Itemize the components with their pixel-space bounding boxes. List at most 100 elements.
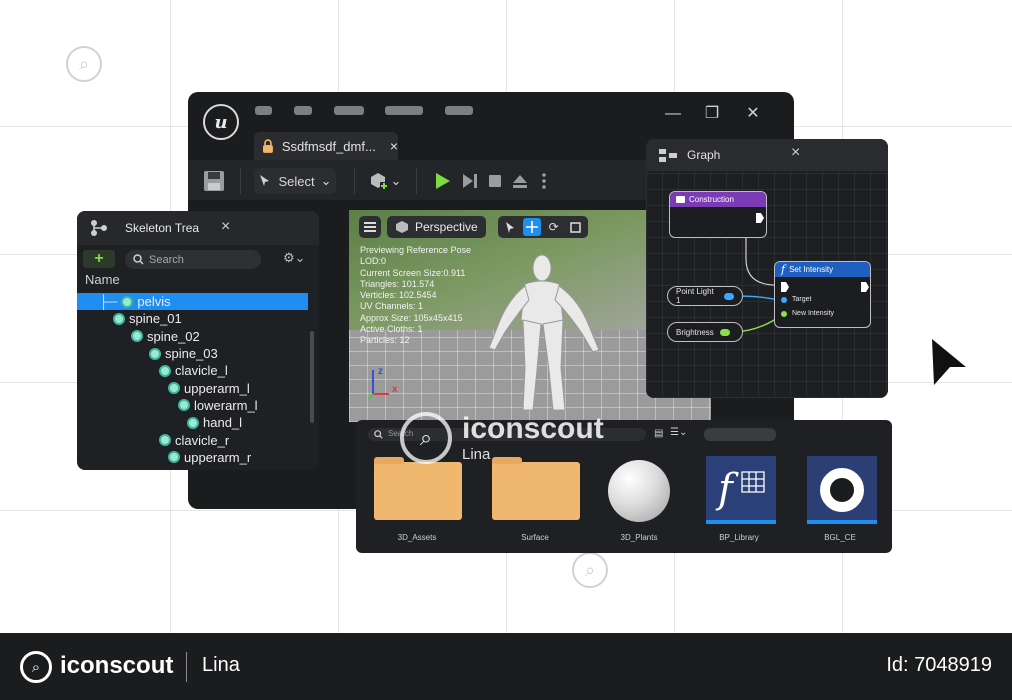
tree-row[interactable]: upperarm_l [77,379,319,396]
bone-name: lowerarm_l [194,398,258,413]
brightness-pin-icon [720,329,730,336]
play-icon[interactable] [429,168,455,194]
asset-item[interactable]: f BP_Library [693,456,785,546]
more-options-icon[interactable] [531,168,557,194]
transform-tools: ⟳ [498,216,588,238]
footer-divider [186,652,187,682]
restore-icon[interactable]: ❐ [704,106,720,122]
search-icon [374,430,383,439]
exec-pin-icon[interactable] [756,213,764,223]
skeleton-search-input[interactable]: Search [125,250,261,269]
axis-z-label: z [378,366,383,377]
skeleton-tree-icon [89,219,109,237]
bone-tree: ├─pelvis spine_01 spine_02 spine_03 clav… [77,293,319,466]
tree-row[interactable]: spine_01 [77,310,319,327]
bone-name: upperarm_r [184,450,251,465]
point-light-node[interactable]: Point Light 1 [667,286,743,306]
stop-icon[interactable] [482,168,508,194]
eject-icon[interactable] [507,168,533,194]
asset-item[interactable]: Surface [489,456,581,546]
toolbar-divider [240,168,241,194]
filter-icon[interactable]: ☰⌄ [670,427,687,438]
asset-label: Surface [489,533,581,542]
tree-branch-icon: ├─ [99,294,117,309]
new-intensity-pin[interactable]: New Intensity [781,310,834,317]
exec-in-pin-icon[interactable] [781,282,789,292]
bone-icon [159,365,171,377]
engine-logo-icon: u [203,104,239,140]
menu-item[interactable] [385,106,423,115]
construction-icon [676,196,685,203]
tree-row[interactable]: spine_02 [77,328,319,345]
exec-out-pin-icon[interactable] [861,282,869,292]
mouse-pointer-icon [930,337,968,387]
step-forward-icon[interactable] [457,168,483,194]
tree-row[interactable]: ├─pelvis [77,293,308,310]
footer-author: Lina [202,654,240,677]
construction-node[interactable]: Construction [669,191,767,238]
bone-name: hand_l [203,415,242,430]
tree-scrollbar[interactable] [310,331,314,423]
menu-item[interactable] [255,106,272,115]
set-intensity-node[interactable]: f Set Intensity Target New Intensity [774,261,871,328]
move-tool-icon[interactable] [523,218,541,236]
graph-panel: Graph × Construction f Set Intensity [646,139,888,398]
tree-row[interactable]: hand_l [77,414,319,431]
tree-row[interactable]: clavicle_r [77,431,319,448]
toolbar-divider [354,168,355,194]
document-tab[interactable]: Ssdfmsdf_dmf... × [254,132,398,160]
save-icon[interactable]: ▤ [654,428,663,439]
path-field[interactable] [704,428,776,441]
construction-label: Construction [689,195,734,204]
construction-node-header: Construction [670,192,766,207]
scale-tool-icon[interactable] [567,218,585,236]
skeleton-tree-panel: Skeleton Trea × + Search ⚙⌄ Name ├─pelvi… [77,211,319,470]
perspective-label: Perspective [415,220,478,234]
tab-close-icon[interactable]: × [390,138,398,154]
lock-icon [262,139,274,153]
target-pin[interactable]: Target [781,296,811,303]
chevron-down-icon: ⌄ [391,173,402,189]
perspective-dropdown[interactable]: Perspective [387,216,486,238]
save-icon[interactable] [200,168,228,194]
iconscout-watermark: ⌕ iconscout Lina [400,412,604,464]
stat-line: Approx Size: 105x45x415 [360,313,471,324]
tree-row[interactable]: lowerarm_l [77,397,319,414]
sphere-icon [608,460,670,522]
asset-item[interactable]: 3D_Assets [371,456,463,546]
set-intensity-node-header: f Set Intensity [775,262,870,277]
viewport-header: Perspective ⟳ [359,216,588,238]
menu-item[interactable] [445,106,473,115]
illustration-stage: ⌕ ⌕ u — ❐ ✕ Ssdfmsdf_dmf... × Sele [0,0,1012,633]
asset-item[interactable]: 3D_Plants [593,456,685,546]
viewport-menu-icon[interactable] [359,216,381,238]
tree-row[interactable]: upperarm_r [77,449,319,466]
bone-name: upperarm_l [184,381,250,396]
tree-row[interactable]: spine_03 [77,345,319,362]
gear-icon[interactable]: ⚙⌄ [283,250,306,266]
close-icon[interactable]: ✕ [745,106,761,122]
menu-item[interactable] [334,106,364,115]
asset-item[interactable]: BGL_CE [794,456,886,546]
bone-name: clavicle_r [175,433,229,448]
minimize-icon[interactable]: — [665,106,681,122]
tree-row[interactable]: clavicle_l [77,362,319,379]
point-light-pin-icon [724,293,734,300]
bone-name: spine_02 [147,329,200,344]
menu-item[interactable] [294,106,312,115]
select-tool-icon[interactable] [501,218,519,236]
rotate-tool-icon[interactable]: ⟳ [545,218,563,236]
select-mode-dropdown[interactable]: Select ⌄ [254,168,336,194]
close-icon[interactable]: × [221,218,230,236]
axis-x-label: x [392,384,398,395]
add-cube-icon [369,171,389,191]
bone-icon [113,313,125,325]
watermark-logo-icon: ⌕ [400,412,452,464]
target-pin-icon [781,297,787,303]
bone-icon [168,382,180,394]
mannequin-figure [467,250,617,422]
add-actor-dropdown[interactable]: ⌄ [366,168,404,194]
add-bone-button[interactable]: + [83,250,115,268]
brightness-node[interactable]: Brightness [667,322,743,342]
stat-line: Active Cloths: 1 [360,324,471,335]
